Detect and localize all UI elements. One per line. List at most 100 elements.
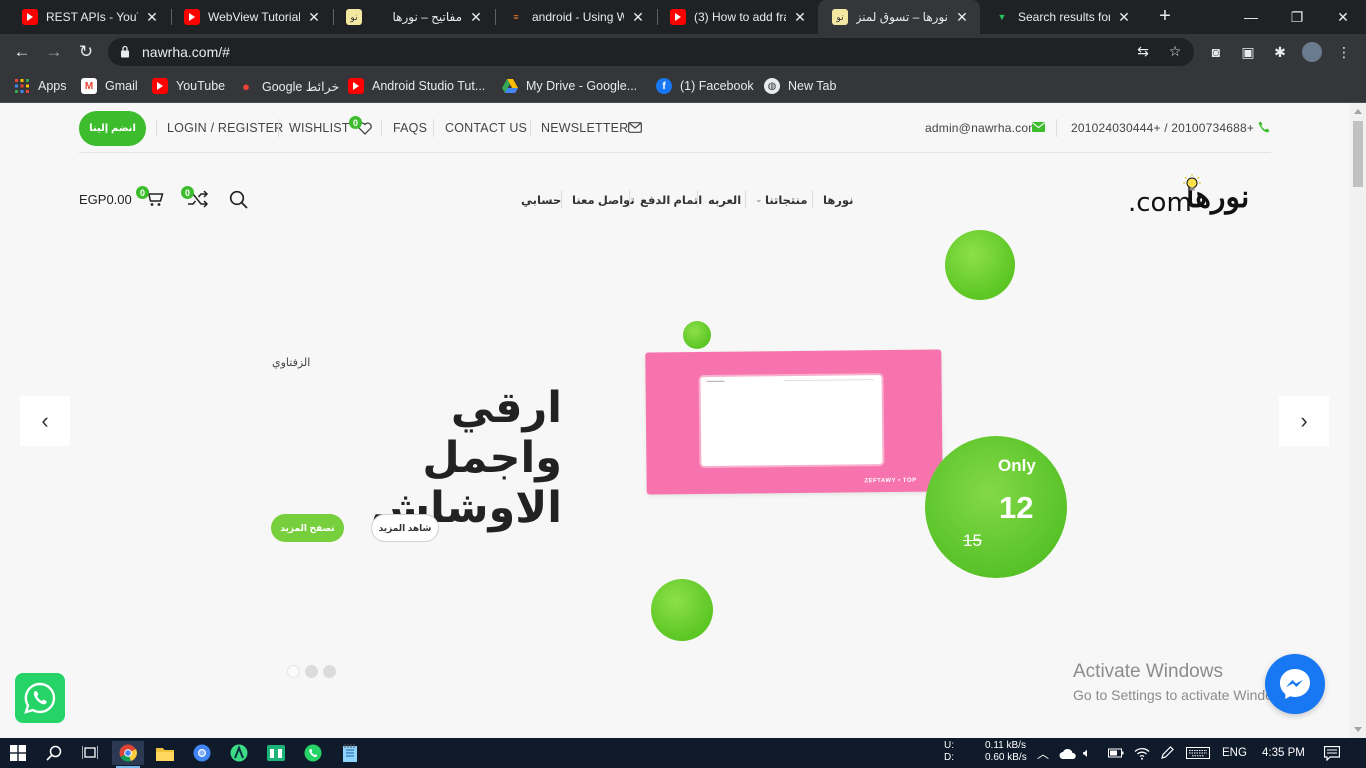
onedrive-icon[interactable] <box>1059 738 1077 768</box>
search-icon[interactable] <box>229 190 248 209</box>
contact-us-link[interactable]: CONTACT US <box>445 121 527 135</box>
translate-icon[interactable]: ⇆ <box>1134 43 1152 61</box>
close-tab-icon[interactable]: ✕ <box>144 9 160 26</box>
bookmark-facebook[interactable]: f (1) Facebook <box>656 77 754 95</box>
cart-total[interactable]: EGP0.00 <box>79 192 132 207</box>
page-scrollbar[interactable] <box>1350 103 1366 738</box>
menu-kebab-icon[interactable]: ⋮ <box>1334 42 1354 62</box>
close-tab-icon[interactable]: ✕ <box>792 9 808 26</box>
faqs-link[interactable]: FAQS <box>393 121 427 135</box>
slider-dot[interactable] <box>305 665 318 678</box>
volume-icon[interactable]: 🔈︎ <box>1083 738 1091 768</box>
browser-tab[interactable]: WebView Tutorial ✕ <box>170 0 332 34</box>
slider-prev-button[interactable]: ‹ <box>20 396 70 446</box>
see-more-button[interactable]: شاهد المزيد <box>371 514 439 542</box>
envelope-outline-icon <box>628 122 642 133</box>
search-icon[interactable] <box>38 741 70 765</box>
browser-tab[interactable]: (3) How to add fra ✕ <box>656 0 818 34</box>
forward-button[interactable]: → <box>42 40 66 64</box>
file-explorer-icon[interactable] <box>149 741 181 765</box>
chrome-profile-taskbar-icon[interactable] <box>186 741 218 765</box>
pocket-extension-icon[interactable]: ▣ <box>1238 42 1258 62</box>
slider-next-button[interactable]: › <box>1279 396 1329 446</box>
price-now: 12 <box>999 490 1034 525</box>
nav-item-contact[interactable]: تواصل معنا <box>572 193 635 207</box>
browser-tab[interactable]: نو مفاتيح – نورها ✕ <box>332 0 494 34</box>
bookmark-star-icon[interactable]: ☆ <box>1166 43 1184 61</box>
browser-tab[interactable]: ≡ android - Using W ✕ <box>494 0 656 34</box>
new-tab-button[interactable]: + <box>1155 6 1175 26</box>
login-register-link[interactable]: LOGIN / REGISTER <box>167 121 283 135</box>
browser-tabstrip: REST APIs - YouTu ✕ WebView Tutorial ✕ ن… <box>0 0 1366 34</box>
wishlist-link[interactable]: WISHLIST <box>289 121 350 135</box>
nav-item-home[interactable]: نورها <box>823 193 853 207</box>
browser-tab[interactable]: ▼ Search results for ✕ <box>980 0 1142 34</box>
bookmark-apps[interactable]: Apps <box>14 77 67 95</box>
contact-email[interactable]: admin@nawrha.com <box>925 121 1038 135</box>
bookmark-new-tab[interactable]: ◍ New Tab <box>764 77 836 95</box>
bookmark-gmail[interactable]: M Gmail <box>81 77 138 95</box>
network-speed-labels: U: D: <box>944 740 954 763</box>
nav-item-my-account[interactable]: حسابي <box>521 193 561 207</box>
bookmark-youtube[interactable]: YouTube <box>152 77 225 95</box>
wifi-icon[interactable] <box>1134 738 1150 768</box>
camera-extension-icon[interactable]: ◙ <box>1206 42 1226 62</box>
back-button[interactable]: ← <box>10 40 34 64</box>
windows-taskbar: U: D: 0.11 kB/s 0.60 kB/s ︿ 🔈︎ ENG 4:35 … <box>0 738 1366 768</box>
nav-item-products[interactable]: منتجاتنا <box>765 193 807 207</box>
messenger-button[interactable] <box>1265 654 1325 714</box>
product-brand: ZEFTAWY • TOP <box>864 477 917 485</box>
url-text[interactable]: nawrha.com/# <box>142 44 230 60</box>
android-studio-icon[interactable] <box>223 741 255 765</box>
apps-grid-icon <box>14 78 30 94</box>
product-image: ZEFTAWY • TOP <box>645 349 943 495</box>
app-taskbar-icon[interactable] <box>260 741 292 765</box>
keyboard-icon[interactable] <box>1186 738 1210 768</box>
lock-icon <box>121 45 129 58</box>
product-screen <box>698 373 885 468</box>
clock[interactable]: 4:35 PM <box>1262 738 1305 768</box>
slider-dot[interactable] <box>287 665 300 678</box>
browser-toolbar: ← → ↻ nawrha.com/# ⇆ ☆ ◙ ▣ ✱ ⋮ <box>0 34 1366 70</box>
minimize-button[interactable]: — <box>1228 0 1274 34</box>
battery-icon[interactable] <box>1108 738 1124 768</box>
whatsapp-icon <box>24 682 56 714</box>
cart-count-badge: 0 <box>136 186 149 199</box>
address-bar[interactable]: nawrha.com/# ⇆ ☆ <box>108 38 1194 66</box>
language-indicator[interactable]: ENG <box>1222 738 1247 768</box>
profile-avatar[interactable] <box>1302 42 1322 62</box>
tray-expand-icon[interactable]: ︿ <box>1037 738 1049 768</box>
bookmark-android-studio[interactable]: Android Studio Tut... <box>348 77 485 95</box>
browser-tab-active[interactable]: نو نورها – تسوق لمنزلك ✕ <box>818 0 980 34</box>
slider-dot[interactable] <box>323 665 336 678</box>
task-view-icon[interactable] <box>74 741 106 765</box>
close-tab-icon[interactable]: ✕ <box>630 9 646 26</box>
site-logo[interactable]: .com نورها <box>1126 174 1266 226</box>
close-tab-icon[interactable]: ✕ <box>306 9 322 26</box>
pen-icon[interactable] <box>1160 738 1174 768</box>
browse-more-button[interactable]: تصفح المزيد <box>271 514 344 542</box>
whatsapp-taskbar-icon[interactable] <box>297 741 329 765</box>
close-window-button[interactable]: ✕ <box>1320 0 1366 34</box>
scrollbar-thumb[interactable] <box>1353 121 1363 187</box>
start-button[interactable] <box>2 741 34 765</box>
price-badge: Only 12 15 <box>925 436 1067 578</box>
chrome-taskbar-icon[interactable] <box>112 741 144 768</box>
close-tab-icon[interactable]: ✕ <box>954 9 970 26</box>
bookmark-maps[interactable]: ● Google خرائط <box>238 77 339 95</box>
nav-item-checkout[interactable]: اتمام الدفع <box>640 193 702 207</box>
bookmark-drive[interactable]: My Drive - Google... <box>502 77 637 95</box>
close-tab-icon[interactable]: ✕ <box>1116 9 1132 26</box>
close-tab-icon[interactable]: ✕ <box>468 9 484 26</box>
browser-tab[interactable]: REST APIs - YouTu ✕ <box>8 0 170 34</box>
whatsapp-button[interactable] <box>15 673 65 723</box>
action-center-icon[interactable] <box>1324 738 1340 768</box>
decor-circle <box>945 230 1015 300</box>
newsletter-link[interactable]: NEWSLETTER <box>541 121 628 135</box>
join-us-button[interactable]: انضم إلينا <box>79 111 146 146</box>
maximize-button[interactable]: ❐ <box>1274 0 1320 34</box>
notepad-taskbar-icon[interactable] <box>334 741 366 765</box>
extensions-puzzle-icon[interactable]: ✱ <box>1270 42 1290 62</box>
reload-button[interactable]: ↻ <box>74 40 98 64</box>
nav-item-cart[interactable]: العربه <box>708 193 741 207</box>
